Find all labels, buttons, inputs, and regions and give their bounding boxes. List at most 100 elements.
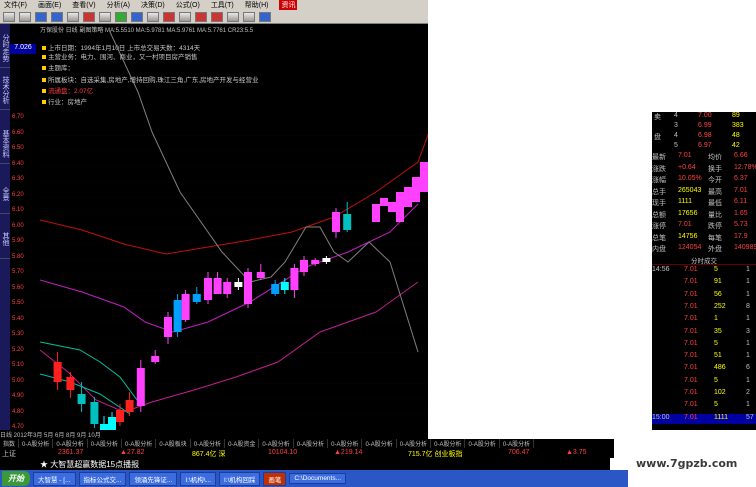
tick-f: 1 [746, 290, 750, 298]
forward-icon[interactable] [19, 11, 31, 22]
tools-icon[interactable] [179, 11, 191, 22]
menu-decision[interactable]: 决策(D) [141, 0, 165, 10]
candle-icon[interactable] [83, 11, 95, 22]
menu-analysis[interactable]: 分析(A) [107, 0, 130, 10]
tick-f: 1 [746, 401, 750, 409]
left-tab-other[interactable]: 其他 [0, 219, 10, 259]
mark-icon[interactable] [195, 11, 207, 22]
sector-tab[interactable]: 0-A股板块 [156, 439, 191, 448]
task-dzh[interactable]: 大智慧 - [... [33, 471, 76, 486]
candlestick-chart[interactable] [40, 32, 428, 430]
tick-row[interactable]: 7.01 56 1 [652, 291, 756, 301]
tick-row[interactable]: 7.01 91 1 [652, 278, 756, 288]
y-tick-label: 6.20 [12, 191, 24, 198]
task-folder1[interactable]: I:\机构\... [180, 471, 216, 486]
sector-tab[interactable]: 0-A股分析 [500, 439, 535, 448]
tick-p: 7.01 [684, 364, 698, 372]
left-tab-fundamental[interactable]: 基本资料 [0, 124, 10, 164]
sector-tab[interactable]: 0-A股分析 [294, 439, 329, 448]
stat-k2: 跌停 [708, 223, 722, 230]
tick-row[interactable]: 7.01 486 6 [652, 364, 756, 374]
task-formula[interactable]: 指标公式交... [78, 471, 127, 486]
tick-row[interactable]: 7.01 35 3 [652, 328, 756, 338]
left-tab-minute[interactable]: 分时走势 [0, 28, 10, 68]
sector-tab[interactable]: 0-A股分析 [465, 439, 500, 448]
tick-p: 7.01 [684, 315, 698, 323]
menu-file[interactable]: 文件(F) [4, 0, 27, 10]
order-row: 5 6.97 42 [652, 142, 756, 152]
tick-row[interactable]: 7.01 252 8 [652, 303, 756, 313]
time-axis-status: 日线 2012年3月 5月 6月 8月 9月 10月 [0, 430, 428, 439]
tick-list[interactable]: 14:56 7.01 5 1 7.01 91 1 7.01 56 1 7.01 252 8 7.01 1 1 7… [652, 266, 756, 430]
tick-row[interactable]: 7.01 5 1 [652, 401, 756, 411]
sector-tab[interactable]: 0-A股资金 [225, 439, 260, 448]
task-folder2[interactable]: I:\机构回踩 [219, 471, 261, 486]
sector-tab[interactable]: 0-A股分析 [19, 439, 54, 448]
tick-row[interactable]: 7.01 1 1 [652, 315, 756, 325]
menu-view[interactable]: 查看(V) [72, 0, 95, 10]
sector-tab[interactable]: 0-A股分析 [431, 439, 466, 448]
news-icon[interactable] [211, 11, 223, 22]
bullet-icon [42, 89, 46, 93]
tick-row[interactable]: 7.01 51 1 [652, 352, 756, 362]
sector-tab[interactable]: 0-A股分析 [397, 439, 432, 448]
sector-tab[interactable]: 0-A股分析 [122, 439, 157, 448]
task-documents[interactable]: C:\Documents... [289, 473, 347, 484]
menu-tools[interactable]: 工具(T) [211, 0, 234, 10]
tick-v: 5 [714, 401, 718, 409]
task-leader[interactable]: 领涌先锋证... [129, 471, 178, 486]
refresh-icon[interactable] [115, 11, 127, 22]
candle-body [90, 402, 99, 424]
window-icon[interactable] [147, 11, 159, 22]
order-v: 383 [732, 122, 744, 129]
tick-row[interactable]: 7.01 5 1 [652, 377, 756, 387]
start-button[interactable]: 开始 [2, 471, 30, 486]
tick-row[interactable]: 7.01 102 2 [652, 389, 756, 399]
menu-news[interactable]: 资讯 [279, 0, 298, 10]
y-tick-label: 4.80 [12, 408, 24, 415]
sector-tab[interactable]: 0-A股分析 [53, 439, 88, 448]
left-tab-technical[interactable]: 技术分析 [0, 70, 10, 110]
print-icon[interactable] [227, 11, 239, 22]
news-marquee[interactable]: ★ 大智慧超赢数据15点播报 [0, 458, 610, 470]
stat-k2: 换手 [708, 165, 722, 173]
tick-row[interactable]: 15:00 7.01 1111 57 [652, 413, 756, 424]
tick-row[interactable]: 7.01 5 1 [652, 340, 756, 350]
rsi-icon[interactable] [51, 11, 63, 22]
sector-tab[interactable]: 指数 [0, 439, 20, 448]
tick-p: 7.01 [684, 278, 698, 286]
info-text: 行业：房地产 [48, 99, 87, 106]
menu-help[interactable]: 帮助(H) [245, 0, 269, 10]
stat-k: 总笔 [652, 234, 666, 242]
candle-body [192, 294, 201, 302]
left-tab-panorama[interactable]: 全景 [0, 174, 10, 214]
order-v: 89 [732, 112, 740, 119]
menu-bar: 文件(F) 画面(E) 查看(V) 分析(A) 决策(D) 公式(O) 工具(T… [0, 0, 428, 10]
back-icon[interactable] [3, 11, 15, 22]
task-paint[interactable]: 画笔 [263, 471, 287, 486]
stat-k2: 量比 [708, 211, 722, 219]
candle-body [380, 198, 388, 206]
stat-k: 最新 [652, 154, 666, 161]
sector-tab[interactable]: 0-A股分析 [259, 439, 294, 448]
sector-tab[interactable]: 0-A股分析 [88, 439, 123, 448]
menu-formula[interactable]: 公式(O) [176, 0, 200, 10]
info-icon[interactable] [131, 11, 143, 22]
tick-v: 5 [714, 266, 718, 273]
settings-icon[interactable] [259, 11, 271, 22]
list-icon[interactable] [99, 11, 111, 22]
sector-tab[interactable]: 0-A股分析 [328, 439, 363, 448]
info-text: 所属板块：自选采集,房地产,增持回购,珠江三角,广东,房地产开发与经营业 [48, 77, 259, 84]
grid-icon[interactable] [67, 11, 79, 22]
zoom-icon[interactable] [243, 11, 255, 22]
tick-row[interactable]: 14:56 7.01 5 1 [652, 266, 756, 276]
y-tick-label: 5.70 [12, 269, 24, 275]
stat-v2: 6.11 [734, 198, 748, 205]
sector-tab[interactable]: 0-A股分析 [362, 439, 397, 448]
tick-p: 7.01 [684, 302, 698, 310]
alert-icon[interactable] [163, 11, 175, 22]
candle-body [108, 417, 116, 430]
chart-icon[interactable] [35, 11, 47, 22]
sector-tab[interactable]: 0-A股分析 [191, 439, 226, 448]
menu-screen[interactable]: 画面(E) [38, 0, 61, 10]
